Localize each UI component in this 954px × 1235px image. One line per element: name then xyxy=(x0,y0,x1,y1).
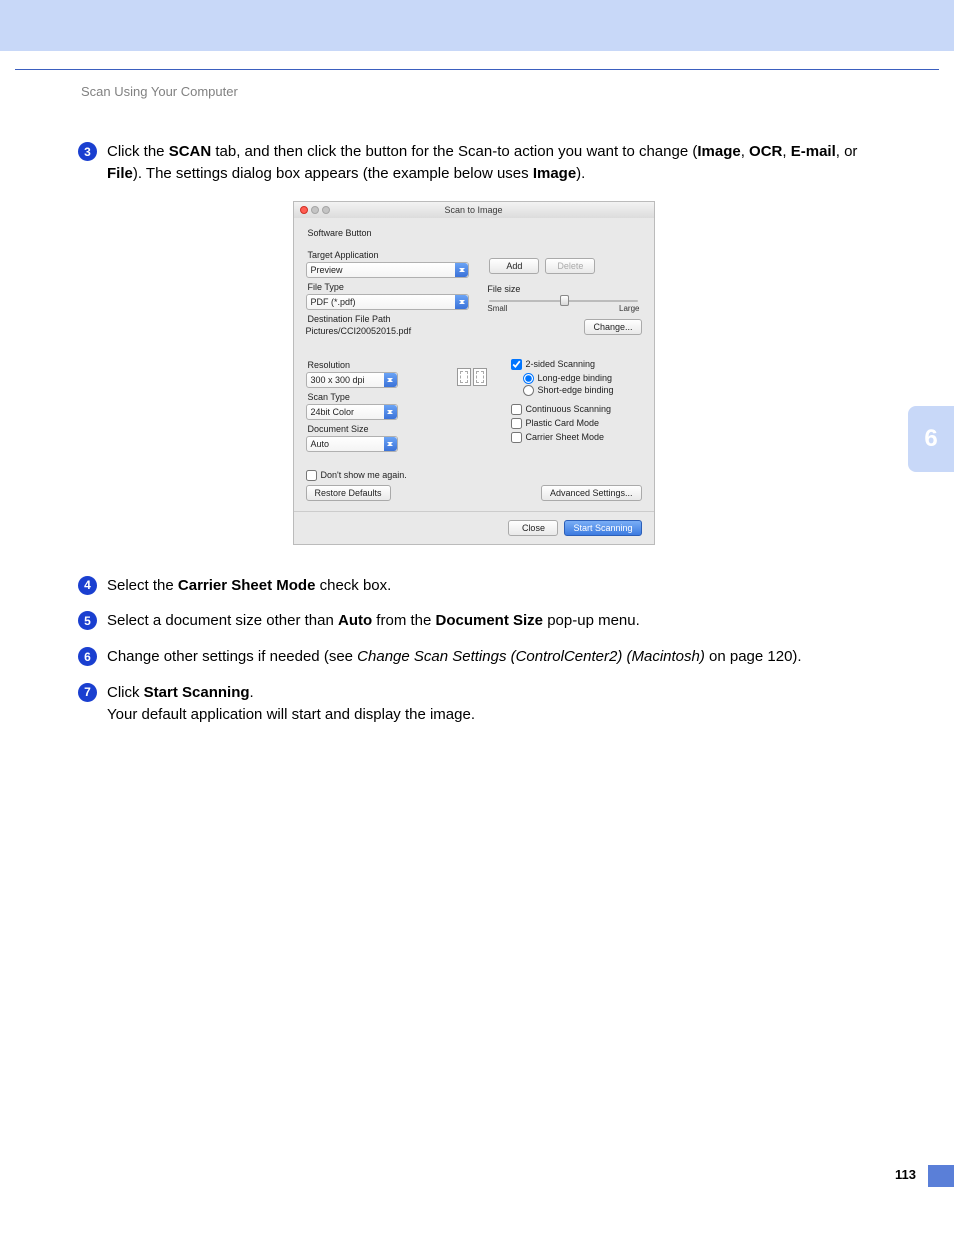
file-size-slider[interactable] xyxy=(489,300,637,302)
dialog-wrap: Scan to Image Software Button Target App… xyxy=(78,201,869,545)
target-app-label: Target Application xyxy=(308,250,470,260)
slider-knob[interactable] xyxy=(560,295,569,306)
short-edge-radio[interactable]: Short-edge binding xyxy=(523,385,642,396)
dialog-titlebar: Scan to Image xyxy=(294,202,654,218)
change-button[interactable]: Change... xyxy=(584,319,641,335)
delete-button[interactable]: Delete xyxy=(545,258,595,274)
doc-size-label: Document Size xyxy=(308,424,437,434)
start-scanning-button[interactable]: Start Scanning xyxy=(564,520,641,536)
step-3: 3 Click the SCAN tab, and then click the… xyxy=(78,141,869,185)
doc-size-select[interactable]: Auto xyxy=(306,436,398,452)
step-6: 6 Change other settings if needed (see C… xyxy=(78,646,869,668)
chapter-tab: 6 xyxy=(908,406,954,472)
step-badge-6: 6 xyxy=(78,647,97,666)
tab-label: Software Button xyxy=(308,228,642,238)
portrait-icon[interactable] xyxy=(457,368,471,386)
chevron-down-icon xyxy=(384,437,397,451)
dest-path-value: Pictures/CCI20052015.pdf xyxy=(306,326,412,336)
advanced-settings-button[interactable]: Advanced Settings... xyxy=(541,485,642,501)
chevron-down-icon xyxy=(455,263,468,277)
chevron-down-icon xyxy=(384,373,397,387)
close-button[interactable]: Close xyxy=(508,520,558,536)
dialog-body: Software Button Target Application Previ… xyxy=(294,218,654,511)
carrier-sheet-checkbox[interactable]: Carrier Sheet Mode xyxy=(511,432,642,443)
restore-defaults-button[interactable]: Restore Defaults xyxy=(306,485,391,501)
top-band xyxy=(0,0,954,51)
step-badge-5: 5 xyxy=(78,611,97,630)
step-4: 4 Select the Carrier Sheet Mode check bo… xyxy=(78,575,869,597)
dialog-title: Scan to Image xyxy=(294,205,654,215)
dest-path-label: Destination File Path xyxy=(308,314,470,324)
page-number: 113 xyxy=(895,1167,916,1182)
page-content: Scan Using Your Computer 3 Click the SCA… xyxy=(0,70,954,725)
step-badge-7: 7 xyxy=(78,683,97,702)
target-app-select[interactable]: Preview xyxy=(306,262,470,278)
dont-show-checkbox[interactable]: Don't show me again. xyxy=(306,470,642,481)
chevron-down-icon xyxy=(455,295,468,309)
step-text-3: Click the SCAN tab, and then click the b… xyxy=(107,141,869,185)
step-badge-3: 3 xyxy=(78,142,97,161)
step-text-7: Click Start Scanning.Your default applic… xyxy=(107,682,869,726)
landscape-icon[interactable] xyxy=(473,368,487,386)
step-text-4: Select the Carrier Sheet Mode check box. xyxy=(107,575,869,597)
two-sided-checkbox[interactable]: 2-sided Scanning xyxy=(511,359,642,370)
file-type-label: File Type xyxy=(308,282,470,292)
scan-type-select[interactable]: 24bit Color xyxy=(306,404,398,420)
plastic-card-checkbox[interactable]: Plastic Card Mode xyxy=(511,418,642,429)
step-text-6: Change other settings if needed (see Cha… xyxy=(107,646,869,668)
resolution-select[interactable]: 300 x 300 dpi xyxy=(306,372,398,388)
add-button[interactable]: Add xyxy=(489,258,539,274)
file-type-select[interactable]: PDF (*.pdf) xyxy=(306,294,470,310)
file-size-label: File size xyxy=(487,284,641,294)
resolution-label: Resolution xyxy=(308,360,437,370)
long-edge-radio[interactable]: Long-edge binding xyxy=(523,373,642,384)
scan-to-image-dialog: Scan to Image Software Button Target App… xyxy=(293,201,655,545)
dialog-footer: Close Start Scanning xyxy=(294,511,654,544)
step-7: 7 Click Start Scanning.Your default appl… xyxy=(78,682,869,726)
step-5: 5 Select a document size other than Auto… xyxy=(78,610,869,632)
step-text-5: Select a document size other than Auto f… xyxy=(107,610,869,632)
scan-type-label: Scan Type xyxy=(308,392,437,402)
page-number-bar xyxy=(928,1165,954,1187)
orientation-icons xyxy=(457,368,491,386)
page-header: Scan Using Your Computer xyxy=(81,84,869,99)
chevron-down-icon xyxy=(384,405,397,419)
step-badge-4: 4 xyxy=(78,576,97,595)
continuous-checkbox[interactable]: Continuous Scanning xyxy=(511,404,642,415)
